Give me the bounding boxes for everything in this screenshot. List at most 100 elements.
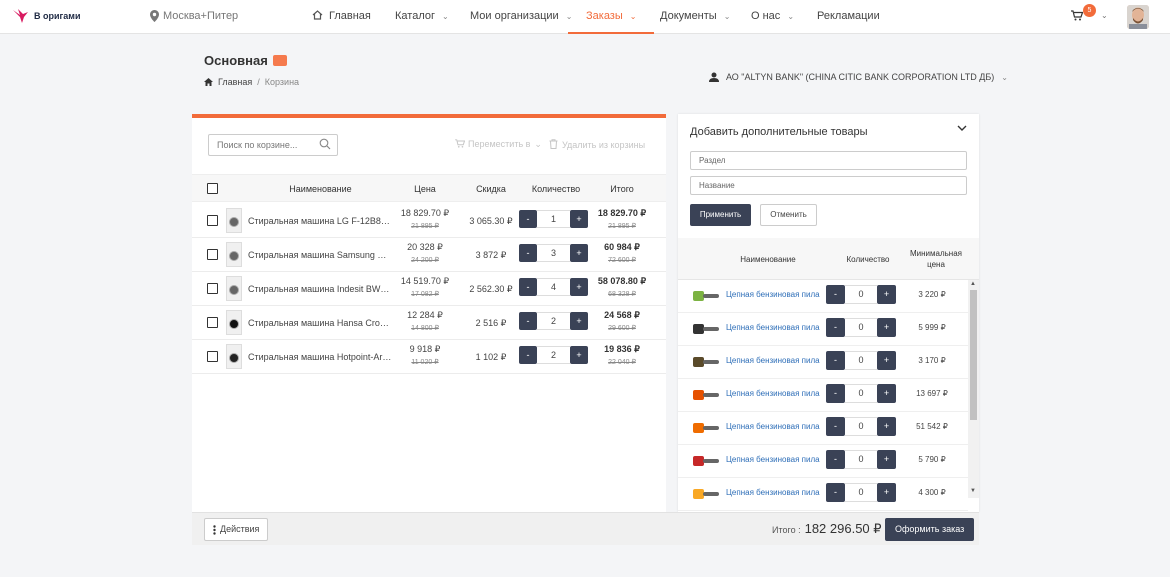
quantity-input[interactable]: 0 <box>845 450 877 469</box>
increase-button[interactable]: + <box>877 483 896 502</box>
table-row[interactable]: Стиральная машина LG F-12B8WD8 18 829.70… <box>192 204 666 238</box>
decrease-button[interactable]: - <box>519 278 537 296</box>
product-name[interactable]: Стиральная машина LG F-12B8WD8 <box>248 204 393 238</box>
addon-product-link[interactable]: Цепная бензиновая пила <box>726 346 821 376</box>
column-header-name[interactable]: Наименование <box>718 238 818 280</box>
increase-button[interactable]: + <box>877 285 896 304</box>
decrease-button[interactable]: - <box>519 346 537 364</box>
chainsaw-icon[interactable] <box>692 421 720 435</box>
quantity-input[interactable]: 0 <box>845 285 877 304</box>
addon-product-link[interactable]: Цепная бензиновая пила <box>726 280 821 310</box>
decrease-button[interactable]: - <box>519 312 537 330</box>
washing-machine-image[interactable] <box>226 344 242 369</box>
apply-filter-button[interactable]: Применить <box>690 204 751 226</box>
column-header-min-price[interactable]: Минимальная цена <box>904 238 968 280</box>
nav-claims[interactable]: Рекламации <box>817 0 880 34</box>
decrease-button[interactable]: - <box>826 417 845 436</box>
quantity-input[interactable]: 3 <box>537 244 570 262</box>
place-order-button[interactable]: Оформить заказ <box>885 518 975 541</box>
increase-button[interactable]: + <box>570 244 588 262</box>
cancel-filter-button[interactable]: Отменить <box>760 204 817 226</box>
breadcrumb-home[interactable]: Главная <box>218 77 252 87</box>
quantity-input[interactable]: 4 <box>537 278 570 296</box>
row-checkbox[interactable] <box>207 249 218 260</box>
increase-button[interactable]: + <box>877 450 896 469</box>
column-header-quantity[interactable]: Количество <box>522 175 590 203</box>
addon-product-link[interactable]: Цепная бензиновая пила <box>726 445 821 475</box>
cart-button[interactable] <box>1071 10 1084 24</box>
table-row[interactable]: Стиральная машина Hansa Crown ... 12 284… <box>192 306 666 340</box>
list-item[interactable]: Цепная бензиновая пила -0 + 13 697 ₽ <box>678 379 968 412</box>
list-item[interactable]: Цепная бензиновая пила -0 + 5 999 ₽ <box>678 313 968 346</box>
increase-button[interactable]: + <box>877 384 896 403</box>
row-checkbox[interactable] <box>207 351 218 362</box>
scroll-down-arrow-icon[interactable]: ▼ <box>970 488 976 494</box>
chainsaw-icon[interactable] <box>692 355 720 369</box>
row-checkbox[interactable] <box>207 317 218 328</box>
quantity-input[interactable]: 0 <box>845 384 877 403</box>
increase-button[interactable]: + <box>570 278 588 296</box>
chainsaw-icon[interactable] <box>692 454 720 468</box>
chevron-down-icon[interactable] <box>957 124 967 132</box>
actions-button[interactable]: Действия <box>204 518 269 541</box>
quantity-input[interactable]: 0 <box>845 483 877 502</box>
table-row[interactable]: Стиральная машина Samsung WW6... 20 328 … <box>192 238 666 272</box>
logo[interactable]: В оригами <box>12 8 80 24</box>
decrease-button[interactable]: - <box>826 483 845 502</box>
quantity-input[interactable]: 0 <box>845 417 877 436</box>
increase-button[interactable]: + <box>570 312 588 330</box>
product-name[interactable]: Стиральная машина Indesit BWSE 8... <box>248 272 393 306</box>
decrease-button[interactable]: - <box>826 351 845 370</box>
chevron-down-icon[interactable]: ⌄ <box>1101 11 1108 20</box>
addon-product-link[interactable]: Цепная бензиновая пила <box>726 478 821 508</box>
washing-machine-image[interactable] <box>226 276 242 301</box>
product-name[interactable]: Стиральная машина Samsung WW6... <box>248 238 393 272</box>
list-item[interactable]: Цепная бензиновая пила -0 + 4 300 ₽ <box>678 478 968 511</box>
nav-home[interactable]: Главная <box>312 0 371 34</box>
increase-button[interactable]: + <box>570 346 588 364</box>
product-name[interactable]: Стиральная машина Hotpoint-Aristo... <box>248 340 393 374</box>
addon-product-link[interactable]: Цепная бензиновая пила <box>726 412 821 442</box>
decrease-button[interactable]: - <box>519 244 537 262</box>
decrease-button[interactable]: - <box>826 285 845 304</box>
column-header-price[interactable]: Цена <box>390 175 460 203</box>
scrollbar-thumb[interactable] <box>970 290 977 420</box>
decrease-button[interactable]: - <box>826 384 845 403</box>
column-header-quantity[interactable]: Количество <box>838 238 898 280</box>
product-name[interactable]: Стиральная машина Hansa Crown ... <box>248 306 393 340</box>
quantity-input[interactable]: 0 <box>845 351 877 370</box>
row-checkbox[interactable] <box>207 215 218 226</box>
increase-button[interactable]: + <box>877 417 896 436</box>
decrease-button[interactable]: - <box>826 318 845 337</box>
organization-selector[interactable]: АО "ALTYN BANK" (CHINA CITIC BANK CORPOR… <box>709 72 1008 82</box>
table-row[interactable]: Стиральная машина Indesit BWSE 8... 14 5… <box>192 272 666 306</box>
nav-organizations[interactable]: Мои организации ⌄ <box>470 0 572 34</box>
quantity-input[interactable]: 1 <box>537 210 570 228</box>
increase-button[interactable]: + <box>570 210 588 228</box>
product-name-input[interactable]: Название <box>690 176 967 195</box>
nav-about[interactable]: О нас ⌄ <box>751 0 794 34</box>
nav-orders[interactable]: Заказы ⌄ <box>568 0 655 34</box>
chainsaw-icon[interactable] <box>692 487 720 501</box>
washing-machine-image[interactable] <box>226 208 242 233</box>
section-input[interactable]: Раздел <box>690 151 967 170</box>
nav-documents[interactable]: Документы ⌄ <box>660 0 730 34</box>
list-item[interactable]: Цепная бензиновая пила -0 + 51 542 ₽ <box>678 412 968 445</box>
column-header-discount[interactable]: Скидка <box>460 175 522 203</box>
list-item[interactable]: Цепная бензиновая пила -0 + 5 790 ₽ <box>678 445 968 478</box>
row-checkbox[interactable] <box>207 283 218 294</box>
decrease-button[interactable]: - <box>519 210 537 228</box>
avatar[interactable] <box>1127 5 1149 29</box>
addons-scrollbar[interactable]: ▲ ▼ <box>968 280 979 498</box>
increase-button[interactable]: + <box>877 351 896 370</box>
washing-machine-image[interactable] <box>226 242 242 267</box>
quantity-input[interactable]: 0 <box>845 318 877 337</box>
quantity-input[interactable]: 2 <box>537 312 570 330</box>
city-selector[interactable]: Москва+Питер <box>150 10 238 22</box>
chainsaw-icon[interactable] <box>692 388 720 402</box>
list-item[interactable]: Цепная бензиновая пила -0 + 3 220 ₽ <box>678 280 968 313</box>
list-item[interactable]: Цепная бензиновая пила -0 + 3 170 ₽ <box>678 346 968 379</box>
title-tag-badge[interactable] <box>272 55 287 66</box>
addon-product-link[interactable]: Цепная бензиновая пила <box>726 313 821 343</box>
addon-product-link[interactable]: Цепная бензиновая пила <box>726 379 821 409</box>
